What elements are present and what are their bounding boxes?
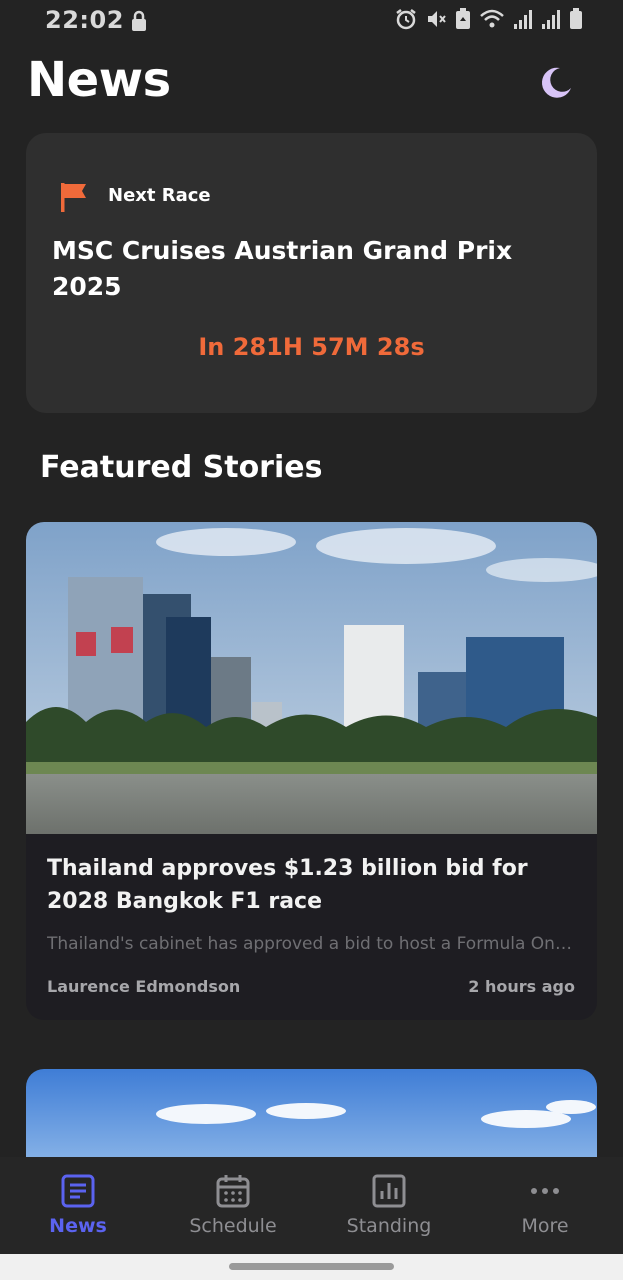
- status-time: 22:02: [45, 6, 124, 34]
- wifi-icon: [479, 8, 505, 30]
- page-title: News: [27, 52, 171, 108]
- story-image: [26, 522, 597, 834]
- flag-icon: [59, 181, 89, 213]
- calendar-icon: [215, 1173, 251, 1209]
- moon-icon[interactable]: [536, 64, 574, 102]
- story-author: Laurence Edmondson: [47, 977, 241, 996]
- nav-item-standing[interactable]: Standing: [329, 1173, 449, 1237]
- news-icon: [60, 1173, 96, 1209]
- mute-icon: [425, 8, 447, 30]
- nav-item-more[interactable]: More: [485, 1173, 605, 1237]
- bottom-nav: News Schedule Standing More: [0, 1157, 623, 1254]
- status-bar: 22:02: [0, 0, 623, 42]
- featured-stories-title: Featured Stories: [40, 450, 323, 485]
- signal-icon: [513, 8, 533, 30]
- next-race-card[interactable]: Next Race MSC Cruises Austrian Grand Pri…: [26, 133, 597, 413]
- more-icon: [527, 1173, 563, 1209]
- race-countdown: In 281H 57M 28s: [198, 333, 425, 361]
- next-race-label: Next Race: [108, 185, 211, 206]
- nav-label: More: [521, 1215, 569, 1237]
- gesture-area: [0, 1254, 623, 1280]
- news-screen: 22:02 News Next Race MSC Cruises Austria…: [0, 0, 623, 1280]
- story-title: Thailand approves $1.23 billion bid for …: [47, 856, 528, 914]
- story-card[interactable]: Thailand approves $1.23 billion bid for …: [26, 522, 597, 1020]
- nav-label: Schedule: [189, 1215, 277, 1237]
- nav-item-schedule[interactable]: Schedule: [173, 1173, 293, 1237]
- nav-item-news[interactable]: News: [18, 1173, 138, 1237]
- battery-icon: [569, 8, 583, 30]
- race-name: MSC Cruises Austrian Grand Prix 2025: [52, 236, 513, 301]
- story-time: 2 hours ago: [468, 977, 575, 996]
- nav-label: News: [49, 1215, 107, 1237]
- status-icons: [395, 8, 583, 30]
- signal-icon: [541, 8, 561, 30]
- story-summary: Thailand's cabinet has approved a bid to…: [47, 934, 577, 954]
- chart-icon: [371, 1173, 407, 1209]
- gesture-handle[interactable]: [229, 1263, 394, 1270]
- battery-saver-icon: [455, 8, 471, 30]
- lock-icon: [130, 10, 148, 36]
- nav-label: Standing: [346, 1215, 432, 1237]
- alarm-icon: [395, 8, 417, 30]
